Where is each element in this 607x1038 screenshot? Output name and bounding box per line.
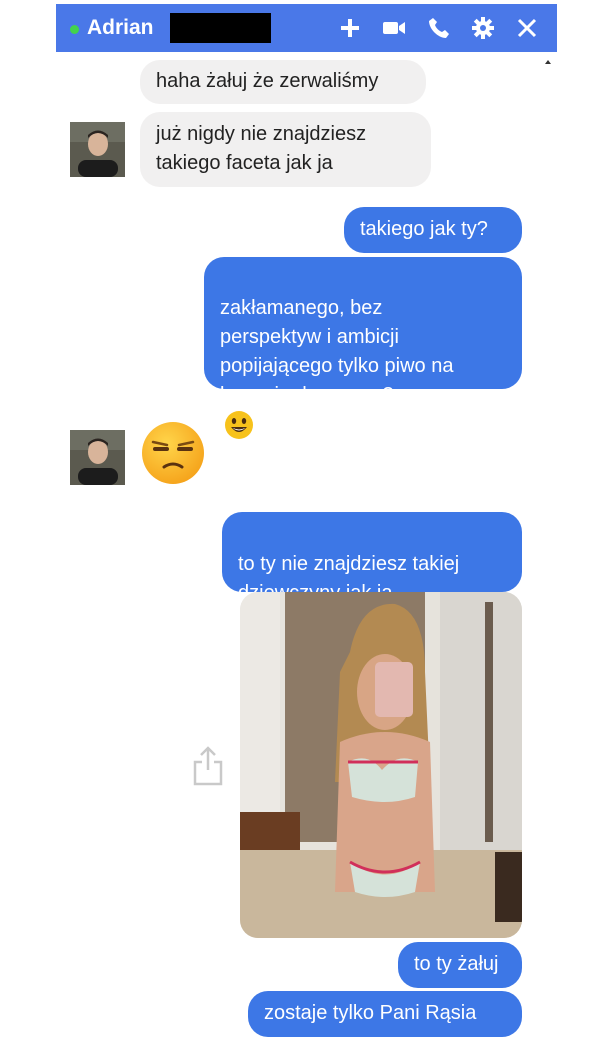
message-bubble-incoming: już nigdy nie znajdziesz takiego faceta …: [140, 112, 431, 187]
phone-icon[interactable]: [427, 16, 451, 40]
unamused-face-icon: [142, 422, 204, 484]
chat-window: Adrian haha żałuj że zerwaliśmy już nigd…: [56, 4, 557, 1037]
message-bubble-outgoing: zakłamanego, bez perspektyw i ambicji po…: [204, 257, 522, 439]
contact-avatar[interactable]: [70, 430, 125, 485]
add-icon[interactable]: [338, 16, 362, 40]
redacted-surname-bar: [170, 13, 271, 43]
share-icon[interactable]: [192, 744, 224, 786]
message-text: zakłamanego, bez perspektyw i ambicji po…: [220, 297, 454, 406]
message-bubble-outgoing: to ty żałuj: [398, 942, 522, 988]
scrollbar[interactable]: [541, 52, 557, 1030]
photo-attachment[interactable]: [240, 592, 522, 938]
message-bubble-incoming: haha żałuj że zerwaliśmy: [140, 60, 426, 104]
screen-edge: [598, 0, 607, 1038]
message-bubble-outgoing: zostaje tylko Pani Rąsia: [248, 991, 522, 1037]
message-bubble-outgoing: takiego jak ty?: [344, 207, 522, 253]
close-icon[interactable]: [515, 16, 539, 40]
scroll-up-arrow[interactable]: [545, 60, 551, 64]
message-bubble-outgoing: to ty nie znajdziesz takiej dziewczyny j…: [222, 512, 522, 637]
video-call-icon[interactable]: [382, 16, 406, 40]
smiling-face-icon: [225, 411, 253, 439]
online-status-dot: [70, 25, 79, 34]
settings-icon[interactable]: [471, 16, 495, 40]
contact-avatar[interactable]: [70, 122, 125, 177]
chat-header: Adrian: [56, 4, 557, 52]
contact-name[interactable]: Adrian: [87, 16, 154, 40]
